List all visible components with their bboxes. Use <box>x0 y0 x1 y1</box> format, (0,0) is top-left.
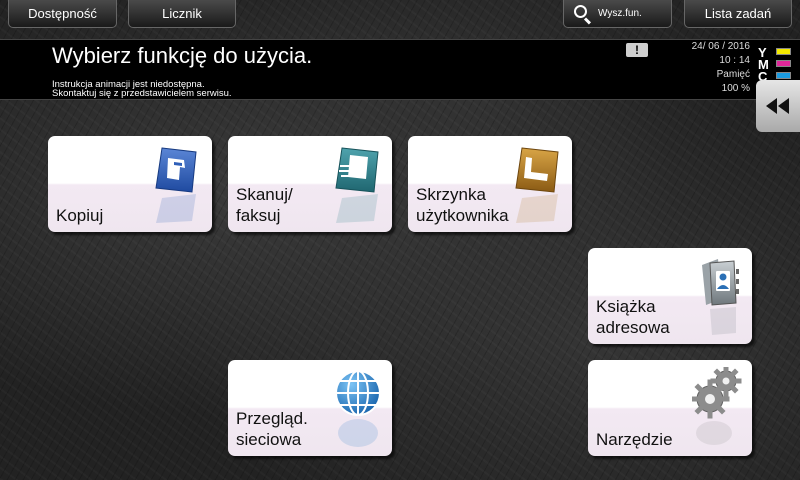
utility-tile-label: Narzędzie <box>596 430 673 449</box>
toner-level-m <box>776 60 791 67</box>
copy-tile-label: Kopiuj <box>56 206 104 225</box>
scan-fax-icon <box>335 147 379 223</box>
toner-level-c <box>776 72 791 79</box>
utility-tile[interactable]: Narzędzie <box>588 360 752 456</box>
counter-button[interactable]: Licznik <box>128 0 236 28</box>
warning-icon[interactable]: ! <box>626 43 648 57</box>
memory-label: Pamięć <box>716 69 750 80</box>
address-book-icon <box>702 259 739 335</box>
message-line-2: Skontaktuj się z przedstawicielem serwis… <box>52 88 232 99</box>
user-box-icon <box>515 147 559 223</box>
copy-icon <box>155 147 197 223</box>
gears-icon <box>692 367 742 445</box>
copy-tile[interactable]: Kopiuj <box>48 136 212 232</box>
address-book-tile[interactable]: Książka adresowa <box>588 248 752 344</box>
scan-fax-tile-label: Skanuj/ faksuj <box>236 185 293 225</box>
accessibility-button-label: Dostępność <box>28 6 97 21</box>
magnifier-icon <box>572 4 592 25</box>
status-time: 10 : 14 <box>719 55 750 66</box>
function-search-label: Wysz.fun. <box>598 8 642 19</box>
web-browser-tile-label: Przegląd. sieciowa <box>236 409 308 449</box>
memory-value: 100 % <box>721 83 750 94</box>
web-browser-icon <box>335 370 381 447</box>
scan-fax-tile[interactable]: Skanuj/ faksuj <box>228 136 392 232</box>
user-box-tile-label: Skrzynka użytkownika <box>416 185 509 225</box>
user-box-tile[interactable]: Skrzynka użytkownika <box>408 136 572 232</box>
function-search-button[interactable]: Wysz.fun. <box>563 0 672 28</box>
web-browser-tile[interactable]: Przegląd. sieciowa <box>228 360 392 456</box>
toner-level-y <box>776 48 791 55</box>
counter-button-label: Licznik <box>162 6 202 21</box>
status-date: 24/ 06 / 2016 <box>691 41 750 52</box>
accessibility-button[interactable]: Dostępność <box>8 0 117 28</box>
double-chevron-left-icon <box>766 98 789 114</box>
message-bar: Wybierz funkcję do użycia. Instrukcja an… <box>0 39 800 100</box>
address-book-tile-label: Książka adresowa <box>596 297 670 337</box>
page-title: Wybierz funkcję do użycia. <box>52 43 313 68</box>
side-panel-toggle[interactable] <box>756 80 800 132</box>
job-list-button[interactable]: Lista zadań <box>684 0 792 28</box>
job-list-button-label: Lista zadań <box>704 6 772 21</box>
